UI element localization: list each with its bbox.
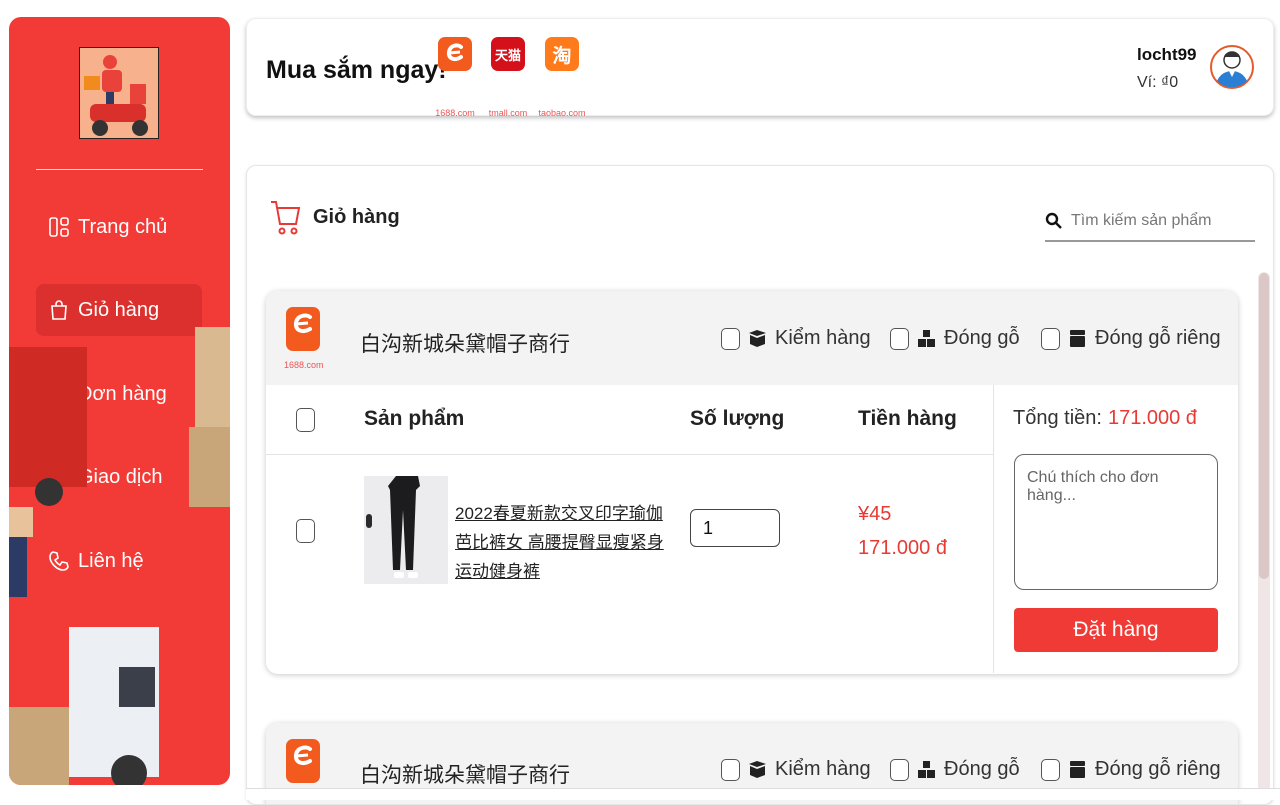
app-logo[interactable] bbox=[79, 47, 159, 139]
boxes-icon bbox=[917, 760, 936, 779]
order-note-input[interactable] bbox=[1014, 454, 1218, 590]
option-private-wood-pack[interactable]: Đóng gỗ riêng bbox=[1041, 758, 1221, 781]
select-all-checkbox[interactable] bbox=[296, 408, 315, 432]
wood-pack-checkbox[interactable] bbox=[890, 327, 909, 350]
cart-icon bbox=[269, 198, 301, 236]
option-private-wood-pack[interactable]: Đóng gỗ riêng bbox=[1041, 327, 1221, 350]
boxes-icon bbox=[917, 329, 936, 348]
shop-link-tmall[interactable]: 天猫 tmall.com bbox=[480, 37, 536, 118]
taobao-logo-icon: 淘 bbox=[545, 37, 579, 71]
option-inspect[interactable]: Kiểm hàng bbox=[721, 327, 871, 350]
option-label: Kiểm hàng bbox=[775, 327, 871, 349]
1688-logo-icon bbox=[438, 37, 472, 71]
option-label: Đóng gỗ bbox=[944, 327, 1020, 349]
option-label: Đóng gỗ riêng bbox=[1095, 758, 1221, 780]
private-wood-pack-checkbox[interactable] bbox=[1041, 327, 1060, 350]
search-input[interactable] bbox=[1071, 212, 1241, 230]
option-label: Kiểm hàng bbox=[775, 758, 871, 780]
grid-icon bbox=[48, 216, 70, 238]
total-line: Tổng tiền: 171.000 đ bbox=[1013, 407, 1197, 430]
page-title: Mua sắm ngay! bbox=[266, 56, 447, 84]
item-checkbox[interactable] bbox=[296, 519, 315, 543]
delivery-illustration bbox=[9, 327, 230, 785]
quantity-input[interactable] bbox=[690, 509, 780, 547]
box-open-icon bbox=[748, 329, 767, 348]
box-open-icon bbox=[748, 760, 767, 779]
place-order-button[interactable]: Đặt hàng bbox=[1014, 608, 1218, 652]
sidebar-divider bbox=[36, 169, 203, 170]
table-row: 2022春夏新款交叉印字瑜伽芭比裤女 高腰提臀显瘦紧身运动健身裤 ¥45 171… bbox=[266, 455, 993, 673]
cart-title: Giỏ hàng bbox=[313, 205, 400, 228]
shop-header: 1688.com 白沟新城朵黛帽子商行 Kiểm hàng Đóng gỗ Đó… bbox=[266, 291, 1238, 385]
inspect-checkbox[interactable] bbox=[721, 758, 740, 781]
price-vnd: 171.000 đ bbox=[858, 537, 947, 559]
order-summary: Tổng tiền:171.000 đ Đặt hàng bbox=[993, 385, 1238, 673]
shop-logo-caption: 1688.com bbox=[284, 360, 324, 370]
shop-link-1688[interactable]: 1688.com bbox=[427, 37, 483, 118]
scrollbar-thumb[interactable] bbox=[1259, 273, 1269, 579]
total-value: 171.000 đ bbox=[1107, 407, 1197, 429]
sidebar-item-label: Trang chủ bbox=[78, 215, 168, 238]
shop-link-taobao[interactable]: 淘 taobao.com bbox=[534, 37, 590, 118]
cart-panel: Giỏ hàng 1688.com 白沟新城朵黛帽子商行 Kiểm hàng Đ… bbox=[246, 165, 1274, 805]
option-label: Đóng gỗ riêng bbox=[1095, 327, 1221, 349]
shop-caption: tmall.com bbox=[488, 108, 528, 118]
column-quantity: Số lượng bbox=[690, 407, 785, 430]
sidebar-item-home[interactable]: Trang chủ bbox=[36, 201, 202, 253]
tmall-logo-icon: 天猫 bbox=[491, 37, 525, 71]
avatar[interactable] bbox=[1209, 37, 1255, 97]
bottom-divider bbox=[246, 788, 1280, 800]
shop-caption: 1688.com bbox=[435, 108, 475, 118]
wood-pack-checkbox[interactable] bbox=[890, 758, 909, 781]
option-wood-pack[interactable]: Đóng gỗ bbox=[890, 327, 1020, 350]
box-icon bbox=[1068, 760, 1087, 779]
1688-logo-icon bbox=[286, 739, 320, 783]
table-header: Sản phẩm Số lượng Tiền hàng bbox=[266, 385, 993, 455]
total-label: Tổng tiền: bbox=[1013, 407, 1102, 429]
user-name: locht99 bbox=[1137, 45, 1197, 64]
shop-caption: taobao.com bbox=[538, 108, 586, 118]
sidebar: Trang chủ Giỏ hàng Đơn hàng Giao dịch Li… bbox=[9, 17, 230, 785]
cart-heading: Giỏ hàng bbox=[269, 198, 400, 236]
private-wood-pack-checkbox[interactable] bbox=[1041, 758, 1060, 781]
shop-name: 白沟新城朵黛帽子商行 bbox=[360, 764, 570, 787]
search-icon[interactable] bbox=[1045, 212, 1063, 230]
inspect-checkbox[interactable] bbox=[721, 327, 740, 350]
wallet-balance: Ví: ₫0 bbox=[1137, 74, 1179, 91]
option-wood-pack[interactable]: Đóng gỗ bbox=[890, 758, 1020, 781]
scrollbar[interactable] bbox=[1258, 272, 1270, 792]
top-header: Mua sắm ngay! 1688.com 天猫 tmall.com 淘 ta… bbox=[246, 18, 1274, 118]
price-cny: ¥45 bbox=[858, 503, 892, 525]
column-product: Sản phẩm bbox=[364, 407, 465, 430]
shop-card: 1688.com 白沟新城朵黛帽子商行 Kiểm hàng Đóng gỗ Đó… bbox=[266, 291, 1238, 674]
option-inspect[interactable]: Kiểm hàng bbox=[721, 758, 871, 781]
product-image[interactable] bbox=[364, 476, 448, 584]
search-bar bbox=[1045, 202, 1255, 242]
box-icon bbox=[1068, 329, 1087, 348]
column-price: Tiền hàng bbox=[858, 407, 957, 430]
product-link[interactable]: 2022春夏新款交叉印字瑜伽芭比裤女 高腰提臀显瘦紧身运动健身裤 bbox=[455, 499, 665, 586]
option-label: Đóng gỗ bbox=[944, 758, 1020, 780]
1688-logo-icon bbox=[286, 307, 320, 351]
shop-name: 白沟新城朵黛帽子商行 bbox=[360, 333, 570, 356]
